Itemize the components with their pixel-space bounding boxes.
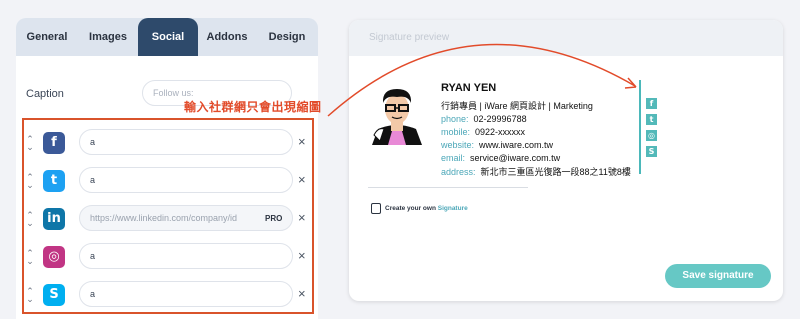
annotation-arrow (327, 43, 637, 117)
